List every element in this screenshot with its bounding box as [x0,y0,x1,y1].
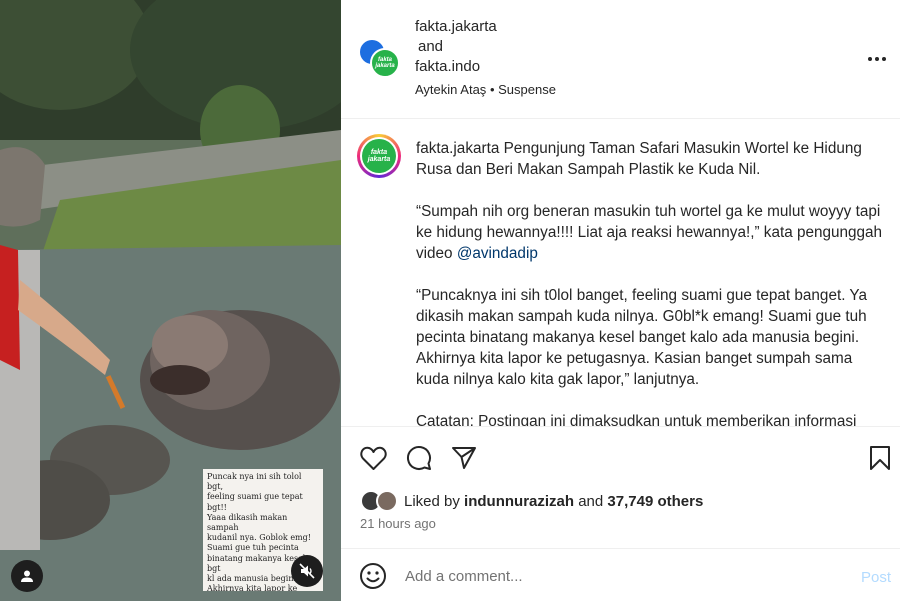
caption-text: fakta.jakarta Pengunjung Taman Safari Ma… [416,138,886,426]
caption-headline-paragraph: fakta.jakarta Pengunjung Taman Safari Ma… [416,138,886,180]
avatar-fakta-jakarta[interactable]: fakta jakarta [370,48,400,78]
username-fakta-jakarta[interactable]: fakta.jakarta [415,17,497,37]
action-bar: Liked by indunnurazizah and 37,749 other… [341,426,900,548]
caption-paragraph-3: “Puncaknya ini sih t0lol banget, feeling… [416,287,867,388]
user-icon [21,570,33,582]
post-details-panel: fakta jakarta fakta.jakarta and fakta.in… [341,0,900,601]
avatar-logo-text: fakta jakarta [375,57,395,69]
collab-users: fakta.jakarta and fakta.indo [415,17,497,77]
post-comment-button[interactable]: Post [861,569,891,586]
heart-icon [359,446,387,470]
post-header: fakta jakarta fakta.jakarta and fakta.in… [341,0,900,119]
speaker-muted-icon [299,563,315,579]
likes-count[interactable]: 37,749 others [607,493,703,510]
liker-username[interactable]: indunnurazizah [464,493,574,510]
caption-paragraph-2: “Sumpah nih org beneran masukin tuh wort… [416,201,886,264]
caption-avatar-logo-text: fakta jakarta [367,149,391,163]
post-timestamp[interactable]: 21 hours ago [360,516,436,531]
post-media[interactable]: Puncak nya ini sih tolol bgt, feeling su… [0,0,341,601]
emoji-button[interactable] [359,562,387,590]
audio-artist[interactable]: Aytekin Ataş [415,82,486,97]
caption-paragraph-4: Catatan: Postingan ini dimaksudkan untuk… [416,413,857,426]
comment-input[interactable] [405,565,825,587]
comment-button[interactable] [404,443,434,473]
like-button[interactable] [358,443,388,473]
caption-username[interactable]: fakta.jakarta [416,140,499,157]
caption-avatar[interactable]: fakta jakarta [357,134,401,178]
liker-avatars [360,490,402,512]
caption-section[interactable]: fakta jakarta fakta.jakarta Pengunjung T… [341,120,900,426]
more-horizontal-icon [868,57,886,61]
username-fakta-indo[interactable]: fakta.indo [415,57,497,77]
mention-link[interactable]: @avindadip [457,245,538,262]
tagged-users-button[interactable] [11,560,43,592]
audio-title[interactable]: Suspense [498,82,556,97]
comment-icon [407,446,431,470]
avatar [376,490,398,512]
bookmark-icon [870,446,890,470]
collab-and-text: and [418,38,444,55]
audio-separator: • [489,82,495,97]
emoji-icon [360,563,386,589]
share-button[interactable] [449,443,479,473]
collab-avatars[interactable]: fakta jakarta [358,38,402,82]
more-options-button[interactable] [867,46,887,66]
comment-bar: Post [341,548,900,601]
save-button[interactable] [865,443,895,473]
audio-attribution[interactable]: Aytekin Ataş • Suspense [415,82,556,97]
likes-summary[interactable]: Liked by indunnurazizah and 37,749 other… [360,490,703,512]
mute-button[interactable] [291,555,323,587]
likes-prefix: Liked by [404,492,465,510]
send-icon [452,447,476,469]
likes-middle: and [574,492,608,510]
